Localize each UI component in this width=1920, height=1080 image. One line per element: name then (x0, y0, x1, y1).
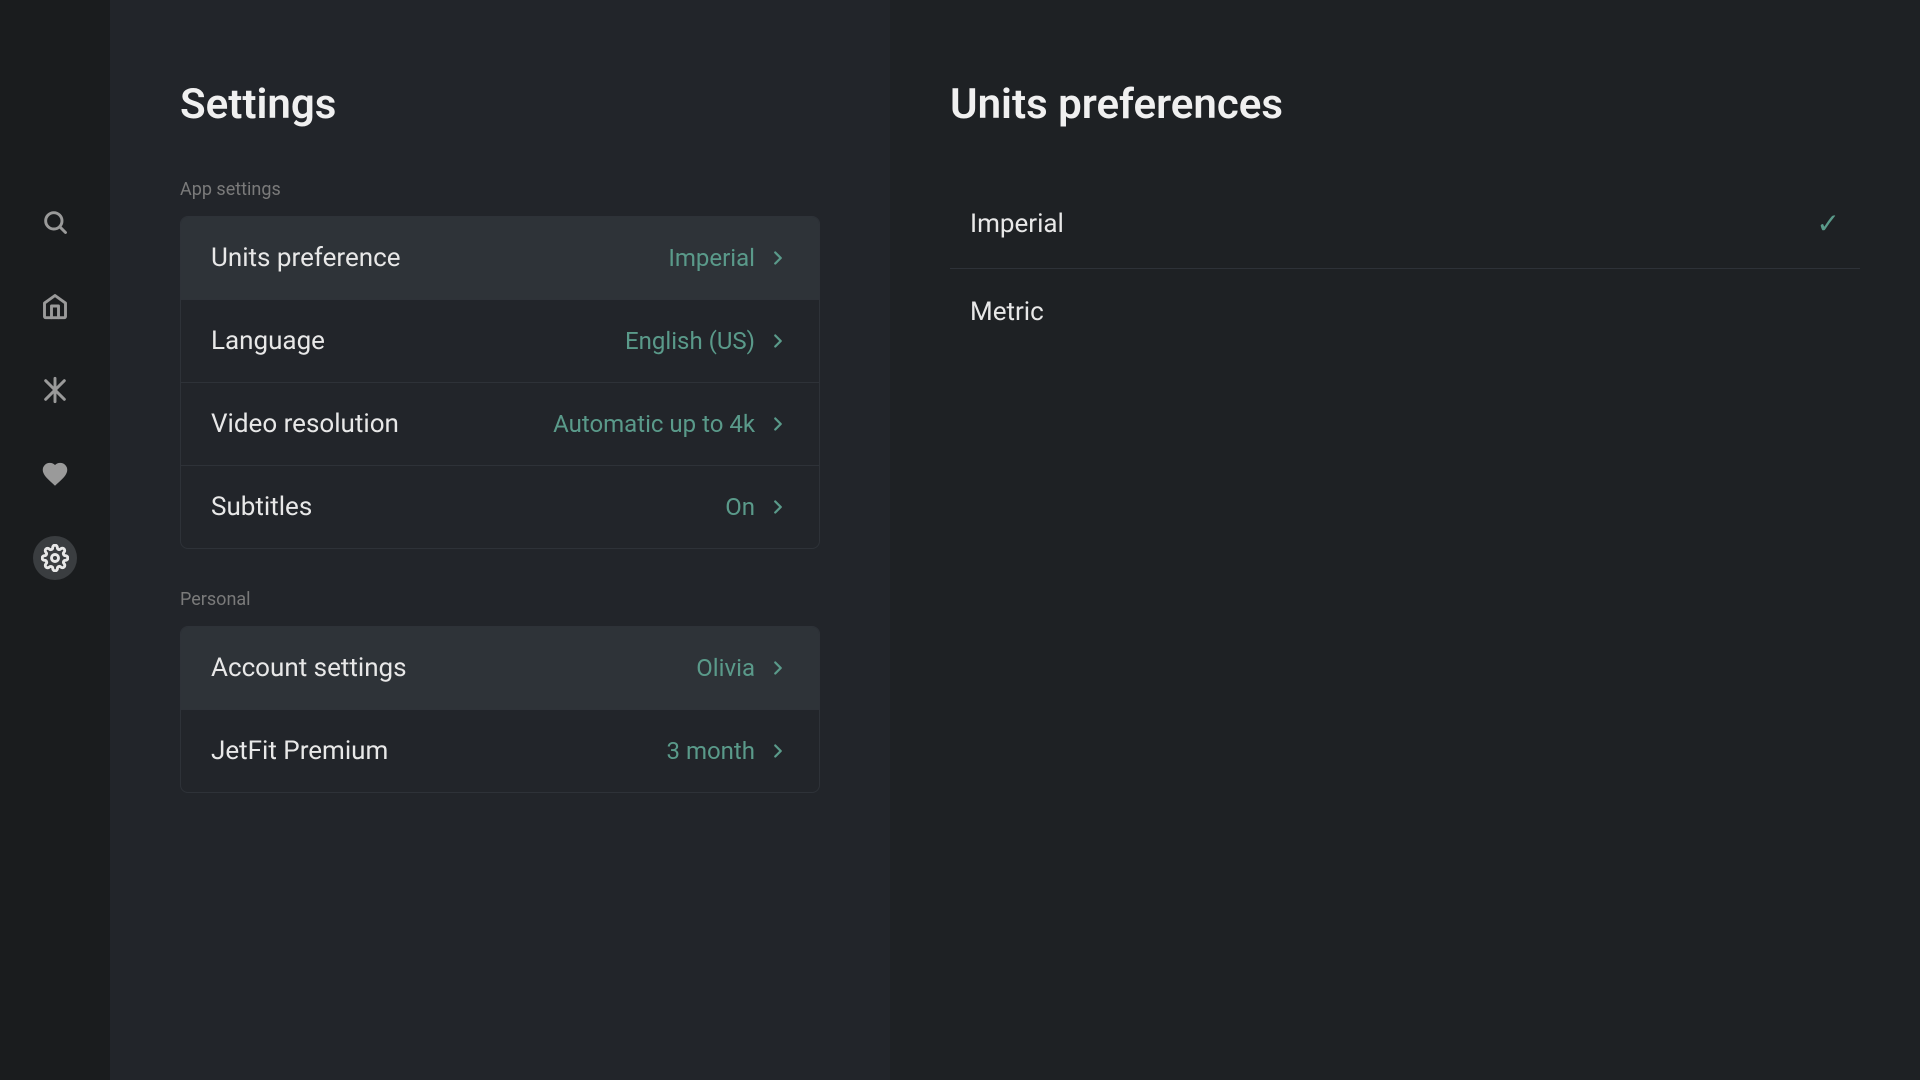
units-preference-right: Imperial (668, 244, 789, 272)
imperial-check-icon: ✓ (1817, 207, 1840, 240)
units-options-list: Imperial ✓ Metric (950, 179, 1860, 355)
jetfit-premium-item[interactable]: JetFit Premium 3 month (181, 710, 819, 792)
video-resolution-item[interactable]: Video resolution Automatic up to 4k (181, 383, 819, 466)
account-chevron-icon (767, 657, 789, 679)
account-settings-label: Account settings (211, 653, 407, 683)
language-label: Language (211, 326, 325, 356)
subtitles-label: Subtitles (211, 492, 312, 522)
personal-section: Personal Account settings Olivia JetFit … (180, 589, 820, 793)
language-chevron-icon (767, 330, 789, 352)
jetfit-chevron-icon (767, 740, 789, 762)
language-value: English (US) (625, 327, 755, 355)
units-preference-item[interactable]: Units preference Imperial (181, 217, 819, 300)
panel-title: Units preferences (950, 80, 1860, 129)
units-chevron-icon (767, 247, 789, 269)
sidebar-item-favorites[interactable] (33, 452, 77, 496)
app-settings-list: Units preference Imperial Language Engli… (180, 216, 820, 549)
units-preference-value: Imperial (668, 244, 755, 272)
sidebar-item-search[interactable] (33, 200, 77, 244)
jetfit-premium-right: 3 month (667, 737, 790, 765)
subtitles-value: On (725, 493, 755, 521)
sidebar-item-home[interactable] (33, 284, 77, 328)
settings-panel: Settings App settings Units preference I… (110, 0, 890, 1080)
sidebar-item-tools[interactable] (33, 368, 77, 412)
app-settings-label: App settings (180, 179, 820, 200)
jetfit-premium-label: JetFit Premium (211, 736, 388, 766)
video-resolution-chevron-icon (767, 413, 789, 435)
personal-label: Personal (180, 589, 820, 610)
subtitles-chevron-icon (767, 496, 789, 518)
jetfit-premium-value: 3 month (667, 737, 756, 765)
subtitles-item[interactable]: Subtitles On (181, 466, 819, 548)
app-settings-section: App settings Units preference Imperial L… (180, 179, 820, 549)
language-item[interactable]: Language English (US) (181, 300, 819, 383)
right-panel: Units preferences Imperial ✓ Metric (890, 0, 1920, 1080)
video-resolution-value: Automatic up to 4k (553, 410, 755, 438)
video-resolution-label: Video resolution (211, 409, 399, 439)
sidebar-item-settings[interactable] (33, 536, 77, 580)
metric-option[interactable]: Metric (950, 269, 1860, 355)
personal-settings-list: Account settings Olivia JetFit Premium 3… (180, 626, 820, 793)
language-right: English (US) (625, 327, 789, 355)
sidebar (0, 0, 110, 1080)
imperial-label: Imperial (970, 209, 1064, 239)
imperial-option[interactable]: Imperial ✓ (950, 179, 1860, 269)
metric-label: Metric (970, 297, 1044, 327)
subtitles-right: On (725, 493, 789, 521)
video-resolution-right: Automatic up to 4k (553, 410, 789, 438)
account-settings-right: Olivia (696, 654, 789, 682)
account-settings-value: Olivia (696, 654, 755, 682)
units-preference-label: Units preference (211, 243, 401, 273)
page-title: Settings (180, 80, 820, 129)
account-settings-item[interactable]: Account settings Olivia (181, 627, 819, 710)
